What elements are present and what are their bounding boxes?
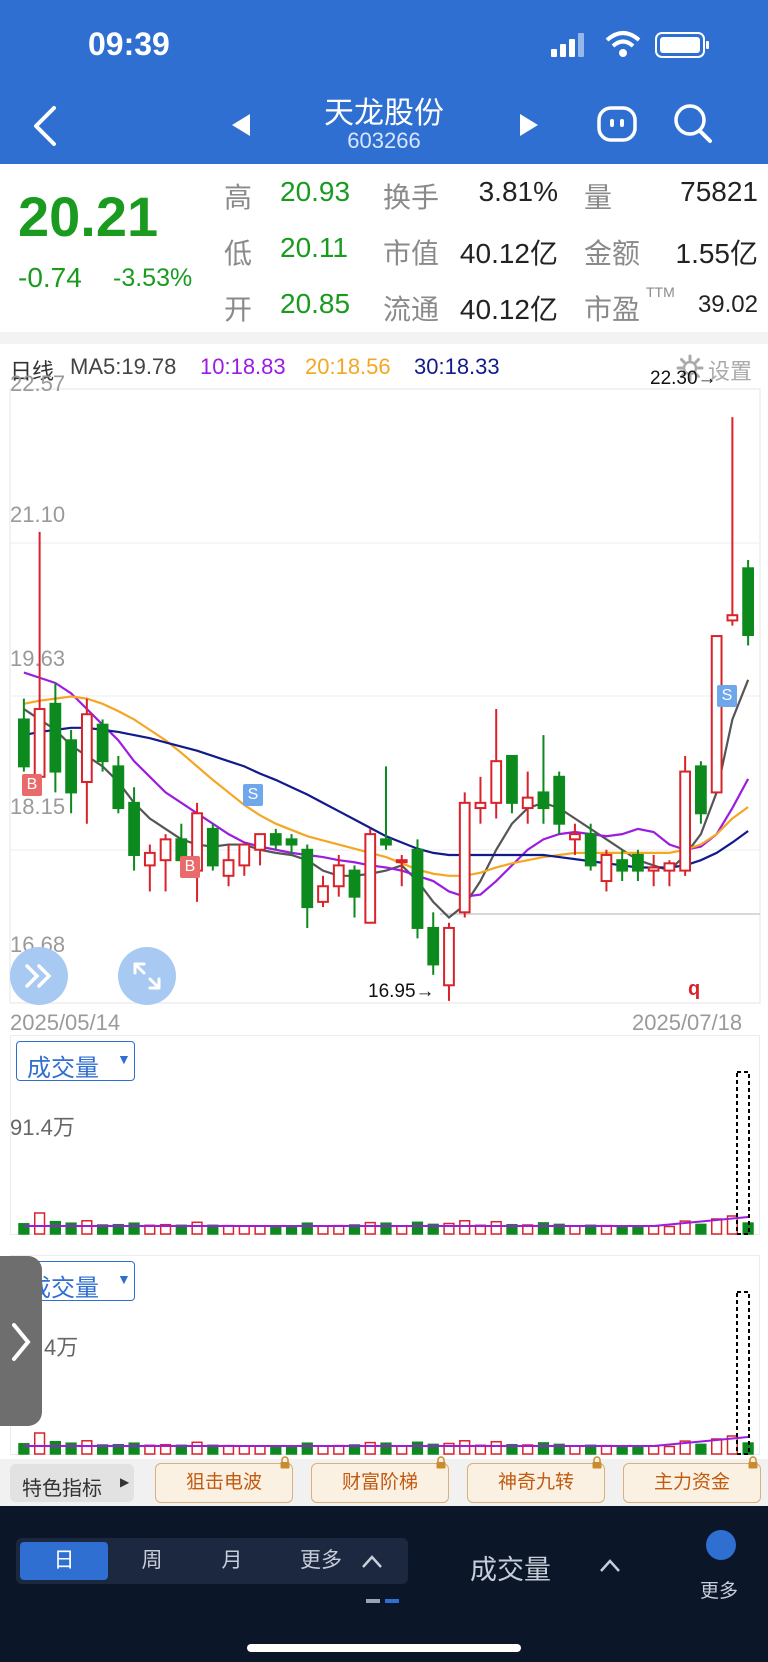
period-week-button[interactable]: 周 (112, 1542, 192, 1580)
volume-bar (49, 1440, 61, 1455)
volume-bar (396, 1445, 408, 1455)
more-menu-icon[interactable] (706, 1530, 736, 1560)
price-change-pct: -3.53% (113, 264, 193, 292)
period-month-button[interactable]: 月 (192, 1542, 272, 1580)
value-amount: 1.55亿 (675, 238, 759, 269)
featured-indicators-button[interactable]: 特色指标 ▶ (10, 1464, 134, 1502)
volume-bar (380, 1442, 392, 1455)
indicator-tab-label: 神奇九转 (497, 1472, 574, 1493)
indicator-select-label[interactable]: 成交量 (470, 1548, 551, 1587)
volume-bar (317, 1445, 329, 1455)
label-low: 低 (224, 238, 253, 269)
value-turnover: 3.81% (478, 176, 558, 207)
volume-bar (364, 1441, 376, 1455)
volume-bar (695, 1443, 707, 1455)
period-day-button[interactable]: 日 (20, 1542, 108, 1580)
stock-name: 天龙股份 (324, 97, 444, 130)
value-high: 20.93 (280, 176, 351, 207)
indicator-tab[interactable]: 狙击电波 (155, 1456, 293, 1503)
period-more-button[interactable]: 更多 (286, 1542, 356, 1580)
indicator-tab[interactable]: 神奇九转 (467, 1456, 605, 1503)
period-selector: 日 周 月 更多 (16, 1538, 408, 1584)
status-time: 09:39 (88, 26, 170, 62)
indicator-tab-label: 主力资金 (653, 1472, 730, 1493)
wifi-icon (605, 31, 641, 57)
label-mkt-cap: 市值 (383, 238, 440, 269)
indicator-tab[interactable]: 主力资金 (623, 1456, 761, 1503)
volume-bar (663, 1445, 676, 1455)
volume-bar (238, 1445, 250, 1455)
side-drawer-handle[interactable] (0, 1256, 42, 1426)
chart-panel: 日线 MA5:19.78 10:18.83 20:18.56 30:18.33 … (0, 344, 768, 1459)
value-mkt-cap: 40.12亿 (459, 238, 558, 269)
page-indicator-dot-active (385, 1599, 399, 1603)
bottom-bar: 日 周 月 更多 成交量 更多 (0, 1506, 768, 1662)
label-open: 开 (224, 294, 253, 325)
value-low: 20.11 (280, 232, 348, 263)
label-volume: 量 (584, 182, 613, 213)
page-indicator-dot (366, 1599, 380, 1603)
nav-bar: 天龙股份 603266 (0, 88, 768, 164)
indicator-tab-label: 财富阶梯 (341, 1472, 418, 1493)
back-icon[interactable] (30, 104, 60, 148)
indicator-tab[interactable]: 财富阶梯 (311, 1456, 449, 1503)
volume-highlight-bar (736, 1291, 750, 1455)
volume-bar (490, 1440, 502, 1455)
signal-icon (551, 33, 584, 57)
volume-bars-2 (18, 1291, 754, 1455)
volume-bar (616, 1445, 628, 1455)
caret-right-icon: ▶ (120, 1475, 130, 1489)
value-volume: 75821 (680, 176, 758, 207)
value-open: 20.85 (280, 288, 351, 319)
lock-icon (748, 1456, 758, 1469)
chevron-up-icon[interactable] (598, 1556, 622, 1574)
volume-bar (648, 1445, 660, 1455)
featured-indicators-label: 特色指标 (22, 1478, 102, 1500)
volume-bar (537, 1442, 550, 1455)
volume-bar (128, 1442, 140, 1455)
volume-bar (254, 1445, 266, 1455)
volume-bar (632, 1445, 644, 1455)
home-indicator (247, 1644, 521, 1652)
lock-icon (280, 1456, 290, 1469)
stock-code: 603266 (347, 128, 421, 153)
search-icon[interactable] (672, 102, 714, 146)
more-menu-label[interactable]: 更多 (700, 1576, 738, 1603)
prev-stock-icon[interactable] (230, 112, 252, 138)
label-pe: 市盈 (584, 294, 641, 325)
volume-bar (569, 1445, 581, 1455)
lock-icon (436, 1456, 446, 1469)
label-turnover: 换手 (383, 182, 440, 213)
chevron-up-icon (362, 1555, 382, 1568)
volume-bar (301, 1442, 313, 1455)
indicator-tab-label: 狙击电波 (185, 1472, 262, 1493)
price-change: -0.74 (18, 262, 82, 293)
volume-bar (191, 1441, 203, 1455)
value-float-cap: 40.12亿 (459, 294, 558, 325)
volume-bar (459, 1440, 471, 1455)
volume-bar (81, 1440, 93, 1455)
volume-bar (33, 1432, 46, 1455)
label-float-cap: 流通 (383, 294, 440, 325)
robot-icon[interactable] (597, 104, 637, 144)
value-pe: 39.02 (697, 291, 758, 318)
quote-panel: 20.21 -0.74 -3.53% 高 低 开 20.93 20.11 20.… (0, 164, 768, 332)
lock-icon (592, 1456, 602, 1469)
battery-icon (655, 32, 709, 58)
label-high: 高 (224, 182, 253, 213)
indicator-tabs-bar: 特色指标 ▶ 狙击电波 财富阶梯 神奇九转 主力资金 (0, 1456, 768, 1506)
chevron-right-icon (12, 1323, 31, 1361)
volume-bar (270, 1446, 282, 1455)
next-stock-icon[interactable] (518, 112, 540, 138)
status-bar: 09:39 (0, 0, 768, 88)
last-price: 20.21 (18, 185, 159, 248)
volume-bar (285, 1446, 298, 1455)
volume-bar (411, 1441, 424, 1455)
volume-bar (65, 1442, 77, 1455)
